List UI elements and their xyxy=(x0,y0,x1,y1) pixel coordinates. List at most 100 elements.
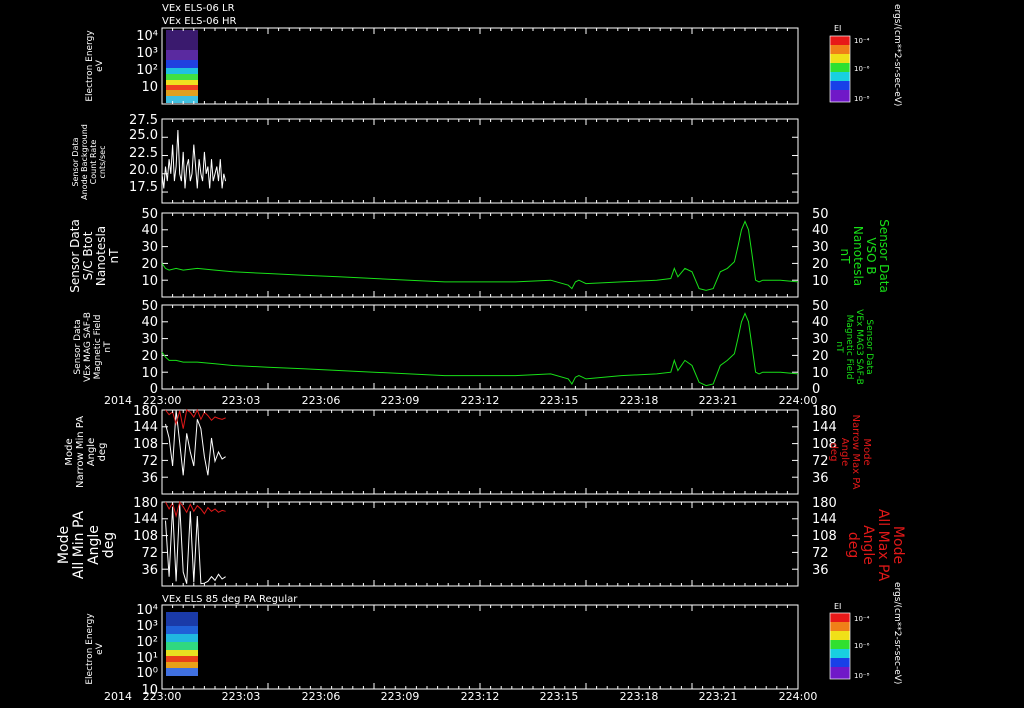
colorbar-blue xyxy=(830,81,850,90)
ytick-label: 10 xyxy=(141,366,158,381)
colorbar-tick: 10⁻⁴ xyxy=(854,37,870,45)
right-label-line: deg xyxy=(828,443,839,462)
time-tick-label: 223:00 xyxy=(143,394,182,407)
right-label-line: VSO B xyxy=(864,237,878,274)
ylabel-line: nT xyxy=(103,341,113,353)
panel-title: VEx ELS 85 deg PA Regular xyxy=(162,594,298,605)
ylabel-line: Mode xyxy=(56,526,72,564)
right-label-line: VEx MAG3 SAF-B xyxy=(854,309,864,385)
colorbar-tick: 10⁻⁸ xyxy=(854,95,870,103)
right-label-line: All Max PA xyxy=(875,509,891,582)
ylabel-line: VEx MAG SAF-B xyxy=(83,312,93,382)
ytick-label: 10¹ xyxy=(136,651,158,666)
colorbar-orange xyxy=(830,45,850,54)
right-label-line: nT xyxy=(838,249,852,265)
time-tick-label: 223:21 xyxy=(699,690,738,703)
spec-band xyxy=(166,74,198,80)
colorbar-title: EI xyxy=(834,602,841,611)
time-tick-label: 223:06 xyxy=(302,690,341,703)
colorbar-cyan xyxy=(830,649,850,658)
colorbar-violet xyxy=(830,667,850,679)
ytick-label: 180 xyxy=(133,496,158,511)
spec-band xyxy=(166,90,198,96)
ytick-label-right: 144 xyxy=(812,420,837,435)
ytick-label: 36 xyxy=(141,471,158,486)
ylabel-line: Sensor Data xyxy=(71,137,80,186)
right-label-line: Sensor Data xyxy=(864,319,874,374)
colorbar-tick: 10⁻⁶ xyxy=(854,65,870,73)
time-tick-label: 223:03 xyxy=(222,690,261,703)
ylabel-line: Magnetic Field xyxy=(93,315,103,380)
ytick-label: 20.0 xyxy=(129,163,158,178)
ylabel-line: Mode xyxy=(64,438,75,465)
ylabel-line: eV xyxy=(95,642,105,655)
colorbar-yellow xyxy=(830,631,850,640)
title-hr: VEx ELS-06 HR xyxy=(162,16,237,27)
ytick-label-right: 180 xyxy=(812,496,837,511)
ylabel-line: deg xyxy=(101,532,117,558)
time-axis-mid: 223:00 223:03 223:06 223:09 223:12 223:1… xyxy=(143,394,818,407)
spec-band xyxy=(166,60,198,68)
plot-canvas: VEx ELS-06 LR VEx ELS-06 HR 10 10² 10³ 1… xyxy=(0,0,1024,708)
ytick-label: 27.5 xyxy=(129,113,158,128)
ytick-label: 10³ xyxy=(136,619,158,634)
colorbar-unit: ergs/(cm**2-sr-sec-eV) xyxy=(892,4,902,106)
time-tick-label: 223:00 xyxy=(143,690,182,703)
right-label-line: Mode xyxy=(890,526,906,564)
ytick-label: 50 xyxy=(141,207,158,222)
ytick-label-right: 72 xyxy=(812,546,829,561)
right-label-line: Mode xyxy=(861,438,872,465)
time-tick-label: 223:18 xyxy=(620,690,659,703)
ytick-label-right: 40 xyxy=(812,223,829,238)
colorbar-green xyxy=(830,63,850,72)
colorbar-tick: 10⁻⁴ xyxy=(854,615,870,623)
time-tick-label: 224:00 xyxy=(779,394,818,407)
ytick-label: 108 xyxy=(133,529,158,544)
spec-band xyxy=(166,656,198,662)
ylabel-line: Electron Energy xyxy=(85,613,95,685)
ytick-label: 10 xyxy=(141,274,158,289)
ylabel-line: Narrow Min PA xyxy=(75,416,86,488)
ytick-label: 20 xyxy=(141,349,158,364)
ytick-label: 72 xyxy=(141,546,158,561)
ytick-label-right: 144 xyxy=(812,512,837,527)
colorbar-cyan xyxy=(830,72,850,81)
ylabel-line: cnts/sec xyxy=(98,146,107,179)
right-label-line: nT xyxy=(834,341,844,353)
right-label-line: Magnetic Field xyxy=(844,315,854,380)
ytick-label: 20 xyxy=(141,257,158,272)
spec-band xyxy=(166,626,198,634)
right-label-line: Narrow Max PA xyxy=(850,415,861,490)
year-label: 2014 xyxy=(104,394,132,407)
ytick-label-right: 50 xyxy=(812,299,829,314)
colorbar-green xyxy=(830,640,850,649)
ytick-label-right: 10 xyxy=(812,366,829,381)
time-tick-label: 224:00 xyxy=(779,690,818,703)
time-tick-label: 223:21 xyxy=(699,394,738,407)
colorbar-title: EI xyxy=(834,24,841,33)
ytick-label: 30 xyxy=(141,332,158,347)
spec-band xyxy=(166,96,198,103)
spec-band xyxy=(166,68,198,74)
time-tick-label: 223:09 xyxy=(381,690,420,703)
ytick-label: 30 xyxy=(141,240,158,255)
ylabel-line: S/C Btot xyxy=(81,231,95,280)
ylabel-line: Angle xyxy=(86,525,102,565)
time-tick-label: 223:15 xyxy=(540,690,579,703)
colorbar-tick: 10⁻⁶ xyxy=(854,642,870,650)
ylabel-line: Nanotesla xyxy=(94,226,108,286)
ytick-label-right: 30 xyxy=(812,332,829,347)
ytick-label: 144 xyxy=(133,512,158,527)
spec-band xyxy=(166,80,198,85)
ytick-label: 25.0 xyxy=(129,128,158,143)
ylabel-line: Electron Energy xyxy=(85,30,95,102)
spectrogram-85pa xyxy=(166,612,198,676)
colorbar-tick: 10⁻⁸ xyxy=(854,672,870,680)
title-lr: VEx ELS-06 LR xyxy=(162,3,235,14)
ytick-label-right: 72 xyxy=(812,454,829,469)
spec-band xyxy=(166,50,198,60)
colorbar-blue xyxy=(830,658,850,667)
ytick-label: 10⁴ xyxy=(136,603,158,618)
time-tick-label: 223:03 xyxy=(222,394,261,407)
ytick-label-right: 20 xyxy=(812,257,829,272)
